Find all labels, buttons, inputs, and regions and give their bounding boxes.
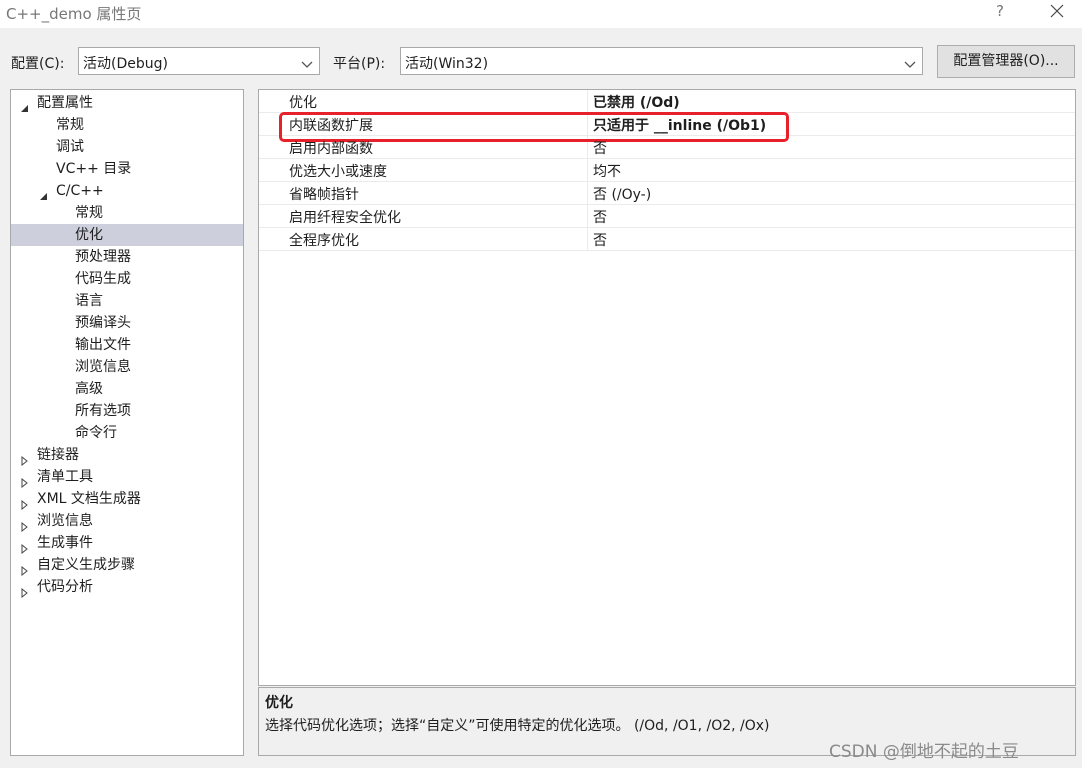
property-row[interactable]: 省略帧指针 否 (/Oy-) (259, 182, 1075, 205)
tree-item-label: 命令行 (75, 425, 117, 441)
tree-item[interactable]: 代码生成 (11, 268, 243, 290)
tree-item[interactable]: 输出文件 (11, 334, 243, 356)
tree-item-label: 链接器 (37, 447, 79, 463)
tree-item[interactable]: 代码分析 (11, 576, 243, 599)
collapsed-arrow-icon[interactable] (20, 517, 30, 533)
tree-item[interactable]: 常规 (11, 202, 243, 224)
tree-item-label: 常规 (56, 117, 84, 133)
tree-item-label: 配置属性 (37, 95, 93, 111)
tree-item-label: 输出文件 (75, 337, 131, 353)
tree-item-label: 所有选项 (75, 403, 131, 419)
tree-item[interactable]: 高级 (11, 378, 243, 400)
chevron-down-icon (301, 57, 313, 73)
tree-item[interactable]: 链接器 (11, 444, 243, 467)
platform-value: 活动(Win32) (405, 56, 489, 72)
tree-item[interactable]: XML 文档生成器 (11, 488, 243, 511)
config-value: 活动(Debug) (83, 56, 168, 72)
tree-item[interactable]: 语言 (11, 290, 243, 312)
property-value[interactable]: 已禁用 (/Od) (593, 92, 680, 112)
property-value[interactable]: 否 (593, 230, 607, 250)
tree-item[interactable]: 清单工具 (11, 466, 243, 489)
property-name: 优选大小或速度 (289, 164, 387, 180)
tree-item[interactable]: C/C++ (11, 180, 243, 202)
config-dropdown[interactable]: 活动(Debug) (78, 47, 320, 75)
tree-item-label: 自定义生成步骤 (37, 557, 135, 573)
tree-item-label: 清单工具 (37, 469, 93, 485)
property-row[interactable]: 优化 已禁用 (/Od) (259, 90, 1075, 113)
description-title: 优化 (265, 695, 293, 711)
chevron-down-icon (904, 57, 916, 73)
tree-item-label: XML 文档生成器 (37, 491, 141, 507)
tree-item-label: 预编译头 (75, 315, 131, 331)
property-name: 优化 (289, 95, 317, 111)
expanded-arrow-icon[interactable] (20, 99, 30, 112)
platform-label: 平台(P): (333, 56, 386, 72)
tree-item[interactable]: 命令行 (11, 422, 243, 444)
tree-item[interactable]: 生成事件 (11, 532, 243, 555)
tree-item[interactable]: 常规 (11, 114, 243, 136)
property-value[interactable]: 否 (593, 207, 607, 227)
tree-item[interactable]: 优化 (11, 224, 243, 246)
tree-item-label: 高级 (75, 381, 103, 397)
tree-item-label: VC++ 目录 (56, 161, 132, 177)
tree-item-label: 代码分析 (37, 579, 93, 595)
watermark: CSDN @倒地不起的土豆 (829, 742, 1019, 762)
tree-item[interactable]: 配置属性 (11, 92, 243, 114)
help-button[interactable]: ? (996, 2, 1004, 20)
collapsed-arrow-icon[interactable] (20, 561, 30, 577)
tree-item[interactable]: 浏览信息 (11, 510, 243, 533)
title-bar: C++_demo 属性页 ? (0, 0, 1082, 28)
property-value[interactable]: 均不 (593, 161, 621, 181)
tree-item[interactable]: 调试 (11, 136, 243, 158)
tree-item-label: 代码生成 (75, 271, 131, 287)
property-grid: 优化 已禁用 (/Od) 内联函数扩展 只适用于 __inline (/Ob1) 启用内… (258, 89, 1076, 686)
collapsed-arrow-icon[interactable] (20, 583, 30, 599)
platform-dropdown[interactable]: 活动(Win32) (400, 47, 923, 75)
tree-item-label: 常规 (75, 205, 103, 221)
collapsed-arrow-icon[interactable] (20, 451, 30, 467)
property-value[interactable]: 否 (/Oy-) (593, 184, 651, 204)
collapsed-arrow-icon[interactable] (20, 539, 30, 555)
property-name: 启用纤程安全优化 (289, 210, 401, 226)
property-value[interactable]: 否 (593, 138, 607, 158)
tree-item[interactable]: 预编译头 (11, 312, 243, 334)
property-row[interactable]: 启用内部函数 否 (259, 136, 1075, 159)
property-row[interactable]: 启用纤程安全优化 否 (259, 205, 1075, 228)
property-tree[interactable]: 配置属性 常规 调试 VC++ 目录 C/C++ 常规 优化 预处理器 代码生成 语言 预编译头 输出… (10, 89, 244, 756)
tree-item-label: 生成事件 (37, 535, 93, 551)
expanded-arrow-icon[interactable] (39, 187, 49, 200)
tree-item-label: 语言 (75, 293, 103, 309)
property-row[interactable]: 优选大小或速度 均不 (259, 159, 1075, 182)
tree-item[interactable]: 浏览信息 (11, 356, 243, 378)
tree-item[interactable]: 所有选项 (11, 400, 243, 422)
tree-item-label: 预处理器 (75, 249, 131, 265)
property-name: 省略帧指针 (289, 187, 359, 203)
tree-item[interactable]: 自定义生成步骤 (11, 554, 243, 577)
tree-item[interactable]: VC++ 目录 (11, 158, 243, 180)
collapsed-arrow-icon[interactable] (20, 495, 30, 511)
property-name: 全程序优化 (289, 233, 359, 249)
window-title: C++_demo 属性页 (6, 5, 142, 23)
property-row[interactable]: 全程序优化 否 (259, 228, 1075, 251)
configuration-manager-button[interactable]: 配置管理器(O)... (937, 45, 1075, 78)
tree-item-label: C/C++ (56, 183, 104, 199)
description-text: 选择代码优化选项；选择“自定义”可使用特定的优化选项。 (/Od, /O1, /… (265, 718, 770, 734)
config-label: 配置(C): (11, 56, 65, 72)
tree-item-label: 调试 (56, 139, 84, 155)
close-icon[interactable] (1050, 4, 1070, 22)
tree-item-label: 浏览信息 (75, 359, 131, 375)
property-name: 启用内部函数 (289, 141, 373, 157)
tree-item[interactable]: 预处理器 (11, 246, 243, 268)
tree-item-label: 浏览信息 (37, 513, 93, 529)
tree-item-label: 优化 (75, 227, 103, 243)
collapsed-arrow-icon[interactable] (20, 473, 30, 489)
